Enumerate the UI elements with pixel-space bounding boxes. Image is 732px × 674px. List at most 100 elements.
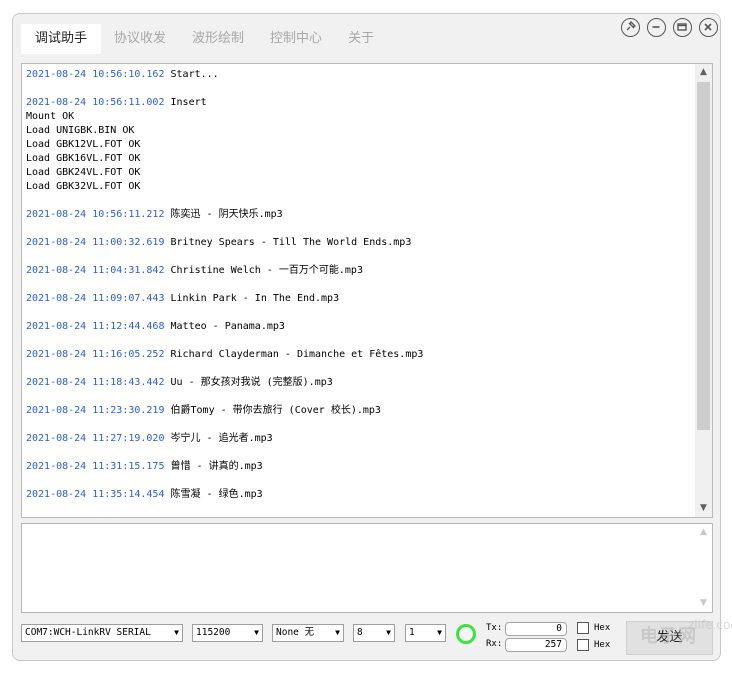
- rx-label: Rx:: [486, 639, 503, 649]
- close-icon[interactable]: [699, 18, 718, 37]
- scroll-down-icon[interactable]: ▼: [695, 595, 712, 612]
- log-text: 陈奕迅 - 阴天快乐.mp3: [170, 209, 283, 220]
- log-line: Load GBK12VL.FOT OK: [26, 138, 692, 152]
- hex-receive-checkbox[interactable]: [577, 639, 589, 651]
- databits-value: 8: [357, 627, 363, 638]
- port-select[interactable]: COM7:WCH-LinkRV SERIAL ▼: [21, 624, 183, 642]
- log-text: Richard Clayderman - Dimanche et Fêtes.m…: [170, 349, 424, 360]
- log-line: 2021-08-24 11:00:32.619 Britney Spears -…: [26, 236, 692, 250]
- log-entry: 2021-08-24 10:56:11.212 陈奕迅 - 阴天快乐.mp3: [26, 208, 692, 222]
- log-text: Load GBK16VL.FOT OK: [26, 153, 141, 164]
- log-entry: 2021-08-24 10:56:10.162 Start...: [26, 68, 692, 82]
- parity-select[interactable]: None 无 ▼: [272, 624, 344, 642]
- send-input[interactable]: ▲ ▼: [21, 523, 713, 613]
- window-controls: [621, 18, 718, 37]
- log-text: 陈雪凝 - 绿色.mp3: [170, 489, 263, 500]
- chevron-down-icon: ▼: [386, 628, 391, 637]
- log-line: Load UNIGBK.BIN OK: [26, 124, 692, 138]
- chevron-down-icon: ▼: [174, 628, 179, 637]
- log-entry: 2021-08-24 11:04:31.842 Christine Welch …: [26, 264, 692, 278]
- tab-1[interactable]: 协议收发: [101, 24, 179, 54]
- log-text: Britney Spears - Till The World Ends.mp3: [170, 237, 412, 248]
- log-timestamp: 2021-08-24 11:16:05.252: [26, 349, 165, 360]
- parity-value: None 无: [276, 627, 315, 638]
- log-scrollbar[interactable]: ▲ ▼: [695, 64, 712, 517]
- tx-label: Tx:: [486, 623, 503, 633]
- stopbits-select[interactable]: 1 ▼: [405, 624, 446, 642]
- log-timestamp: 2021-08-24 11:09:07.443: [26, 293, 165, 304]
- log-timestamp: 2021-08-24 11:00:32.619: [26, 237, 165, 248]
- pin-icon[interactable]: [621, 18, 640, 37]
- hex-send-checkbox[interactable]: [577, 622, 589, 634]
- scroll-down-icon[interactable]: ▼: [695, 500, 712, 517]
- log-line: Load GBK16VL.FOT OK: [26, 152, 692, 166]
- log-line: 2021-08-24 10:56:11.212 陈奕迅 - 阴天快乐.mp3: [26, 208, 692, 222]
- tab-4[interactable]: 关于: [335, 24, 387, 54]
- log-text: Christine Welch - 一百万个可能.mp3: [170, 265, 363, 276]
- tx-counter: 0: [505, 622, 567, 636]
- log-text: Load GBK12VL.FOT OK: [26, 139, 141, 150]
- hex-send-label: Hex: [594, 623, 611, 633]
- log-timestamp: 2021-08-24 10:56:11.212: [26, 209, 165, 220]
- scroll-up-icon[interactable]: ▲: [695, 524, 712, 541]
- stopbits-value: 1: [409, 627, 415, 638]
- log-entry: 2021-08-24 11:16:05.252 Richard Clayderm…: [26, 348, 692, 362]
- log-timestamp: 2021-08-24 10:56:10.162: [26, 69, 165, 80]
- log-entry: 2021-08-24 10:56:11.002 Insert Mount OK Lo…: [26, 96, 692, 194]
- port-value: COM7:WCH-LinkRV SERIAL: [25, 627, 151, 638]
- log-timestamp: 2021-08-24 11:31:15.175: [26, 461, 165, 472]
- log-content: 2021-08-24 10:56:10.162 Start... 2021-08-…: [26, 68, 692, 516]
- log-timestamp: 2021-08-24 10:56:11.002: [26, 97, 165, 108]
- log-timestamp: 2021-08-24 11:12:44.468: [26, 321, 165, 332]
- receive-log[interactable]: 2021-08-24 10:56:10.162 Start... 2021-08-…: [21, 63, 713, 518]
- log-line: 2021-08-24 10:56:11.002 Insert: [26, 96, 692, 110]
- log-line: Load GBK32VL.FOT OK: [26, 180, 692, 194]
- log-text: Uu - 那女孩对我说 (完整版).mp3: [170, 377, 333, 388]
- log-line: 2021-08-24 11:35:14.454 陈雪凝 - 绿色.mp3: [26, 488, 692, 502]
- log-text: Load GBK32VL.FOT OK: [26, 181, 141, 192]
- hex-receive-label: Hex: [594, 640, 611, 650]
- status-led[interactable]: [456, 624, 476, 644]
- log-entry: 2021-08-24 11:09:07.443 Linkin Park - In…: [26, 292, 692, 306]
- tab-3[interactable]: 控制中心: [257, 24, 335, 54]
- minimize-icon[interactable]: [647, 18, 666, 37]
- send-scrollbar[interactable]: ▲ ▼: [695, 524, 712, 612]
- log-entry: 2021-08-24 11:31:15.175 曾惜 - 讲真的.mp3: [26, 460, 692, 474]
- databits-select[interactable]: 8 ▼: [353, 624, 395, 642]
- chevron-down-icon: ▼: [254, 628, 259, 637]
- log-entry: 2021-08-24 11:27:19.020 岑宁儿 - 追光者.mp3: [26, 432, 692, 446]
- log-timestamp: 2021-08-24 11:04:31.842: [26, 265, 165, 276]
- log-text: Linkin Park - In The End.mp3: [170, 293, 340, 304]
- log-line: 2021-08-24 11:18:43.442 Uu - 那女孩对我说 (完整版…: [26, 376, 692, 390]
- baud-value: 115200: [196, 627, 231, 638]
- log-line: Load GBK24VL.FOT OK: [26, 166, 692, 180]
- baud-select[interactable]: 115200 ▼: [192, 624, 263, 642]
- rx-counter: 257: [505, 638, 567, 652]
- log-line: Mount OK: [26, 110, 692, 124]
- tab-bar: 调试助手 协议收发 波形绘制 控制中心 关于: [21, 24, 387, 54]
- watermark-sub: zlife.com: [688, 618, 732, 632]
- log-line: 2021-08-24 11:16:05.252 Richard Clayderm…: [26, 348, 692, 362]
- log-timestamp: 2021-08-24 11:23:30.219: [26, 405, 165, 416]
- scroll-up-icon[interactable]: ▲: [695, 64, 712, 81]
- log-line: 2021-08-24 11:23:30.219 伯爵Tomy - 带你去旅行 (…: [26, 404, 692, 418]
- log-text: 岑宁儿 - 追光者.mp3: [170, 433, 273, 444]
- tab-2[interactable]: 波形绘制: [179, 24, 257, 54]
- log-entry: 2021-08-24 11:00:32.619 Britney Spears -…: [26, 236, 692, 250]
- log-entry: 2021-08-24 11:23:30.219 伯爵Tomy - 带你去旅行 (…: [26, 404, 692, 418]
- log-line: 2021-08-24 11:09:07.443 Linkin Park - In…: [26, 292, 692, 306]
- app-window: 调试助手 协议收发 波形绘制 控制中心 关于 2021-08-24 10:56:10.1…: [12, 13, 721, 661]
- log-entry: 2021-08-24 11:12:44.468 Matteo - Panama.…: [26, 320, 692, 334]
- log-line: 2021-08-24 11:12:44.468 Matteo - Panama.…: [26, 320, 692, 334]
- log-entry: 2021-08-24 11:35:14.454 陈雪凝 - 绿色.mp3: [26, 488, 692, 502]
- scroll-thumb[interactable]: [697, 82, 710, 430]
- log-text: Start...: [170, 69, 219, 80]
- maximize-icon[interactable]: [673, 18, 692, 37]
- tab-0[interactable]: 调试助手: [21, 24, 102, 54]
- log-text: Mount OK: [26, 111, 75, 122]
- log-text: 伯爵Tomy - 带你去旅行 (Cover 校长).mp3: [170, 405, 381, 416]
- log-line: 2021-08-24 11:04:31.842 Christine Welch …: [26, 264, 692, 278]
- log-text: Load GBK24VL.FOT OK: [26, 167, 141, 178]
- chevron-down-icon: ▼: [437, 628, 442, 637]
- log-timestamp: 2021-08-24 11:35:14.454: [26, 489, 165, 500]
